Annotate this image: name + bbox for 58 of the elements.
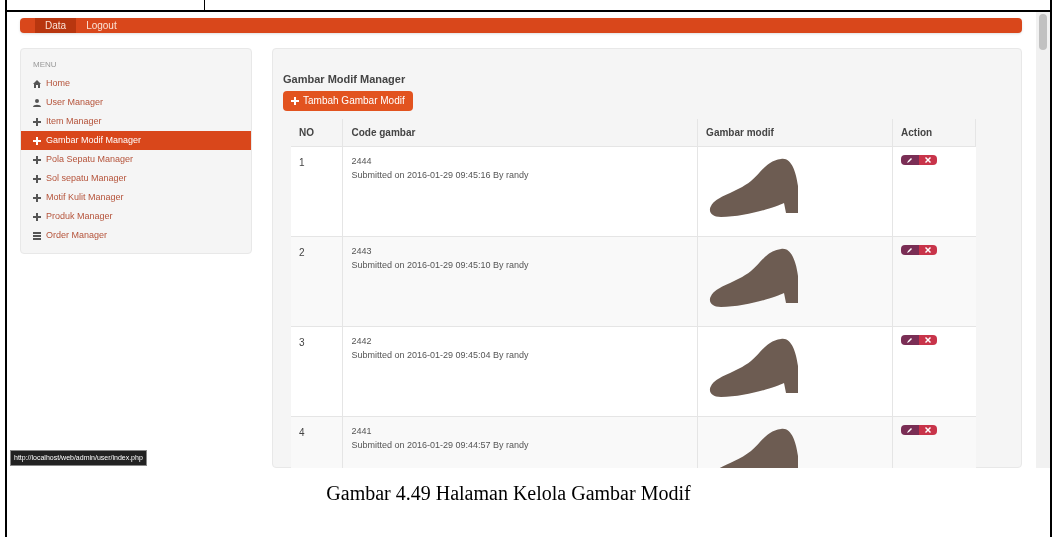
list-icon <box>33 231 41 240</box>
sidebar-item[interactable]: Gambar Modif Manager <box>21 131 251 150</box>
delete-button[interactable] <box>919 335 937 345</box>
submitted-text: Submitted on 2016-01-29 09:44:57 By randy <box>351 438 530 452</box>
edit-button[interactable] <box>901 425 919 435</box>
delete-button[interactable] <box>919 425 937 435</box>
figure-caption: Gambar 4.49 Halaman Kelola Gambar Modif <box>325 481 692 506</box>
image-code: 2443 <box>351 245 373 258</box>
column-header: Code gambar <box>342 118 698 147</box>
plus-icon <box>33 155 41 164</box>
close-icon <box>925 427 931 433</box>
add-button[interactable]: Tambah Gambar Modif <box>283 90 413 111</box>
image-code: 2441 <box>351 425 373 438</box>
close-icon <box>925 247 931 253</box>
sidebar-item[interactable]: Produk Manager <box>21 207 251 226</box>
nav-link[interactable]: Data <box>35 18 77 33</box>
user-icon <box>33 98 41 107</box>
sidebar-heading: MENU <box>32 59 58 71</box>
sidebar-item[interactable]: Sol sepatu Manager <box>21 169 251 188</box>
pencil-icon <box>907 157 913 163</box>
sidebar-item[interactable]: Motif Kulit Manager <box>21 188 251 207</box>
table-cell: 1 <box>291 146 343 237</box>
home-icon <box>33 79 41 88</box>
plus-icon <box>33 174 41 183</box>
pencil-icon <box>907 427 913 433</box>
submitted-text: Submitted on 2016-01-29 09:45:10 By randy <box>351 258 530 272</box>
plus-icon <box>33 136 41 145</box>
table-cell: 4 <box>291 416 343 468</box>
sidebar-item[interactable]: Home <box>21 74 251 93</box>
close-icon <box>925 157 931 163</box>
sidebar-item[interactable]: Item Manager <box>21 112 251 131</box>
delete-button[interactable] <box>919 245 937 255</box>
pencil-icon <box>907 247 913 253</box>
plus-icon <box>33 212 41 221</box>
close-icon <box>925 337 931 343</box>
image-code: 2442 <box>351 335 373 348</box>
edit-button[interactable] <box>901 335 919 345</box>
panel-title: Gambar Modif Manager <box>283 72 407 87</box>
sidebar-item[interactable]: Pola Sepatu Manager <box>21 150 251 169</box>
edit-button[interactable] <box>901 245 919 255</box>
scrollbar[interactable] <box>1036 12 1050 468</box>
table-cell: 2 <box>291 236 343 327</box>
table-cell: 3 <box>291 326 343 417</box>
sidebar-item[interactable]: User Manager <box>21 93 251 112</box>
image-code: 2444 <box>351 155 373 168</box>
nav-link[interactable]: Logout <box>76 18 127 33</box>
sidebar-item[interactable]: Order Manager <box>21 226 251 245</box>
column-header: NO <box>291 118 343 147</box>
submitted-text: Submitted on 2016-01-29 09:45:04 By randy <box>351 348 530 362</box>
plus-icon <box>291 96 299 105</box>
pencil-icon <box>907 337 913 343</box>
column-header: Gambar modif <box>697 118 893 147</box>
delete-button[interactable] <box>919 155 937 165</box>
edit-button[interactable] <box>901 155 919 165</box>
plus-icon <box>33 193 41 202</box>
submitted-text: Submitted on 2016-01-29 09:45:16 By randy <box>351 168 530 182</box>
column-header: Action <box>892 118 976 147</box>
plus-icon <box>33 117 41 126</box>
